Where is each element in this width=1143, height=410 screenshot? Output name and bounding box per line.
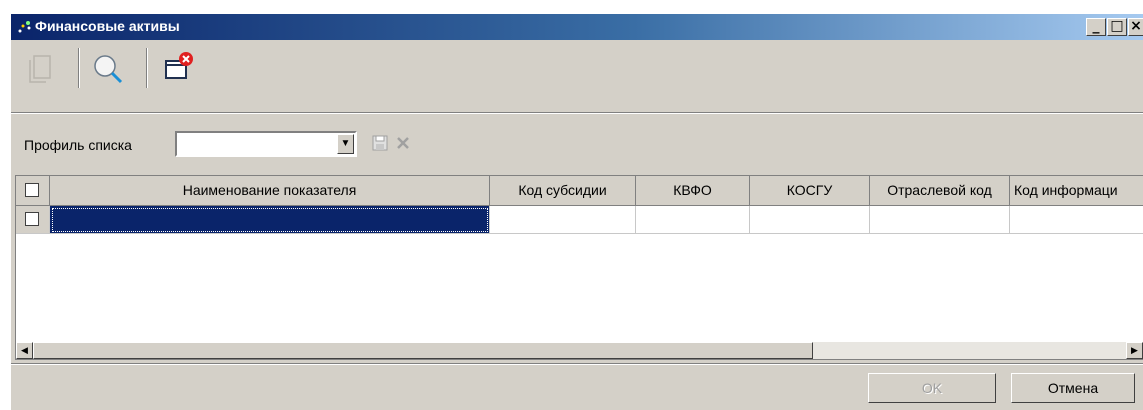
column-header[interactable]: Отраслевой код (870, 176, 1010, 206)
scroll-left-icon[interactable]: ◀ (16, 342, 33, 359)
maximize-button[interactable]: □ (1107, 18, 1127, 36)
table-cell[interactable] (870, 206, 1010, 234)
profile-label: Профиль списка (24, 137, 132, 153)
column-header[interactable]: Код субсидии (490, 176, 636, 206)
row-select-cell[interactable] (16, 206, 50, 234)
document-icon[interactable] (20, 48, 60, 88)
header-select-all[interactable] (16, 176, 50, 206)
table-cell[interactable] (490, 206, 636, 234)
window-title: Финансовые активы (35, 18, 180, 34)
table-cell-selected[interactable] (50, 206, 490, 234)
column-header[interactable]: КВФО (636, 176, 750, 206)
search-icon[interactable] (87, 48, 127, 88)
delete-icon[interactable] (394, 134, 412, 152)
save-icon[interactable] (371, 134, 389, 152)
table-cell[interactable] (636, 206, 750, 234)
chevron-down-icon[interactable]: ▼ (337, 134, 354, 154)
divider (11, 112, 1143, 114)
toolbar-separator (78, 48, 80, 88)
table-cell[interactable] (1010, 206, 1143, 234)
ok-button[interactable]: OK (868, 373, 996, 403)
data-grid[interactable]: Наименование показателя Код субсидии КВФ… (15, 175, 1143, 360)
table-cell[interactable] (750, 206, 870, 234)
divider (11, 363, 1143, 365)
scroll-right-icon[interactable]: ▶ (1126, 342, 1143, 359)
title-bar[interactable]: Финансовые активы _ □ × (11, 14, 1143, 40)
app-icon (18, 21, 31, 33)
toolbar-separator (146, 48, 148, 88)
close-button[interactable]: × (1128, 18, 1143, 36)
select-all-checkbox[interactable] (25, 183, 39, 197)
column-header[interactable]: Наименование показателя (50, 176, 490, 206)
horizontal-scrollbar[interactable]: ◀ ▶ (16, 342, 1143, 359)
toolbar (11, 42, 1143, 92)
scrollbar-thumb[interactable] (33, 342, 813, 359)
profile-select[interactable]: ▼ (175, 131, 357, 157)
column-header[interactable]: Код информаци (1010, 176, 1143, 206)
minimize-button[interactable]: _ (1086, 18, 1106, 36)
row-checkbox[interactable] (25, 212, 39, 226)
financial-assets-window: Финансовые активы _ □ × Профиль списка ▼… (10, 13, 1143, 410)
cancel-button[interactable]: Отмена (1011, 373, 1135, 403)
column-header[interactable]: КОСГУ (750, 176, 870, 206)
window-close-icon[interactable] (156, 48, 196, 88)
